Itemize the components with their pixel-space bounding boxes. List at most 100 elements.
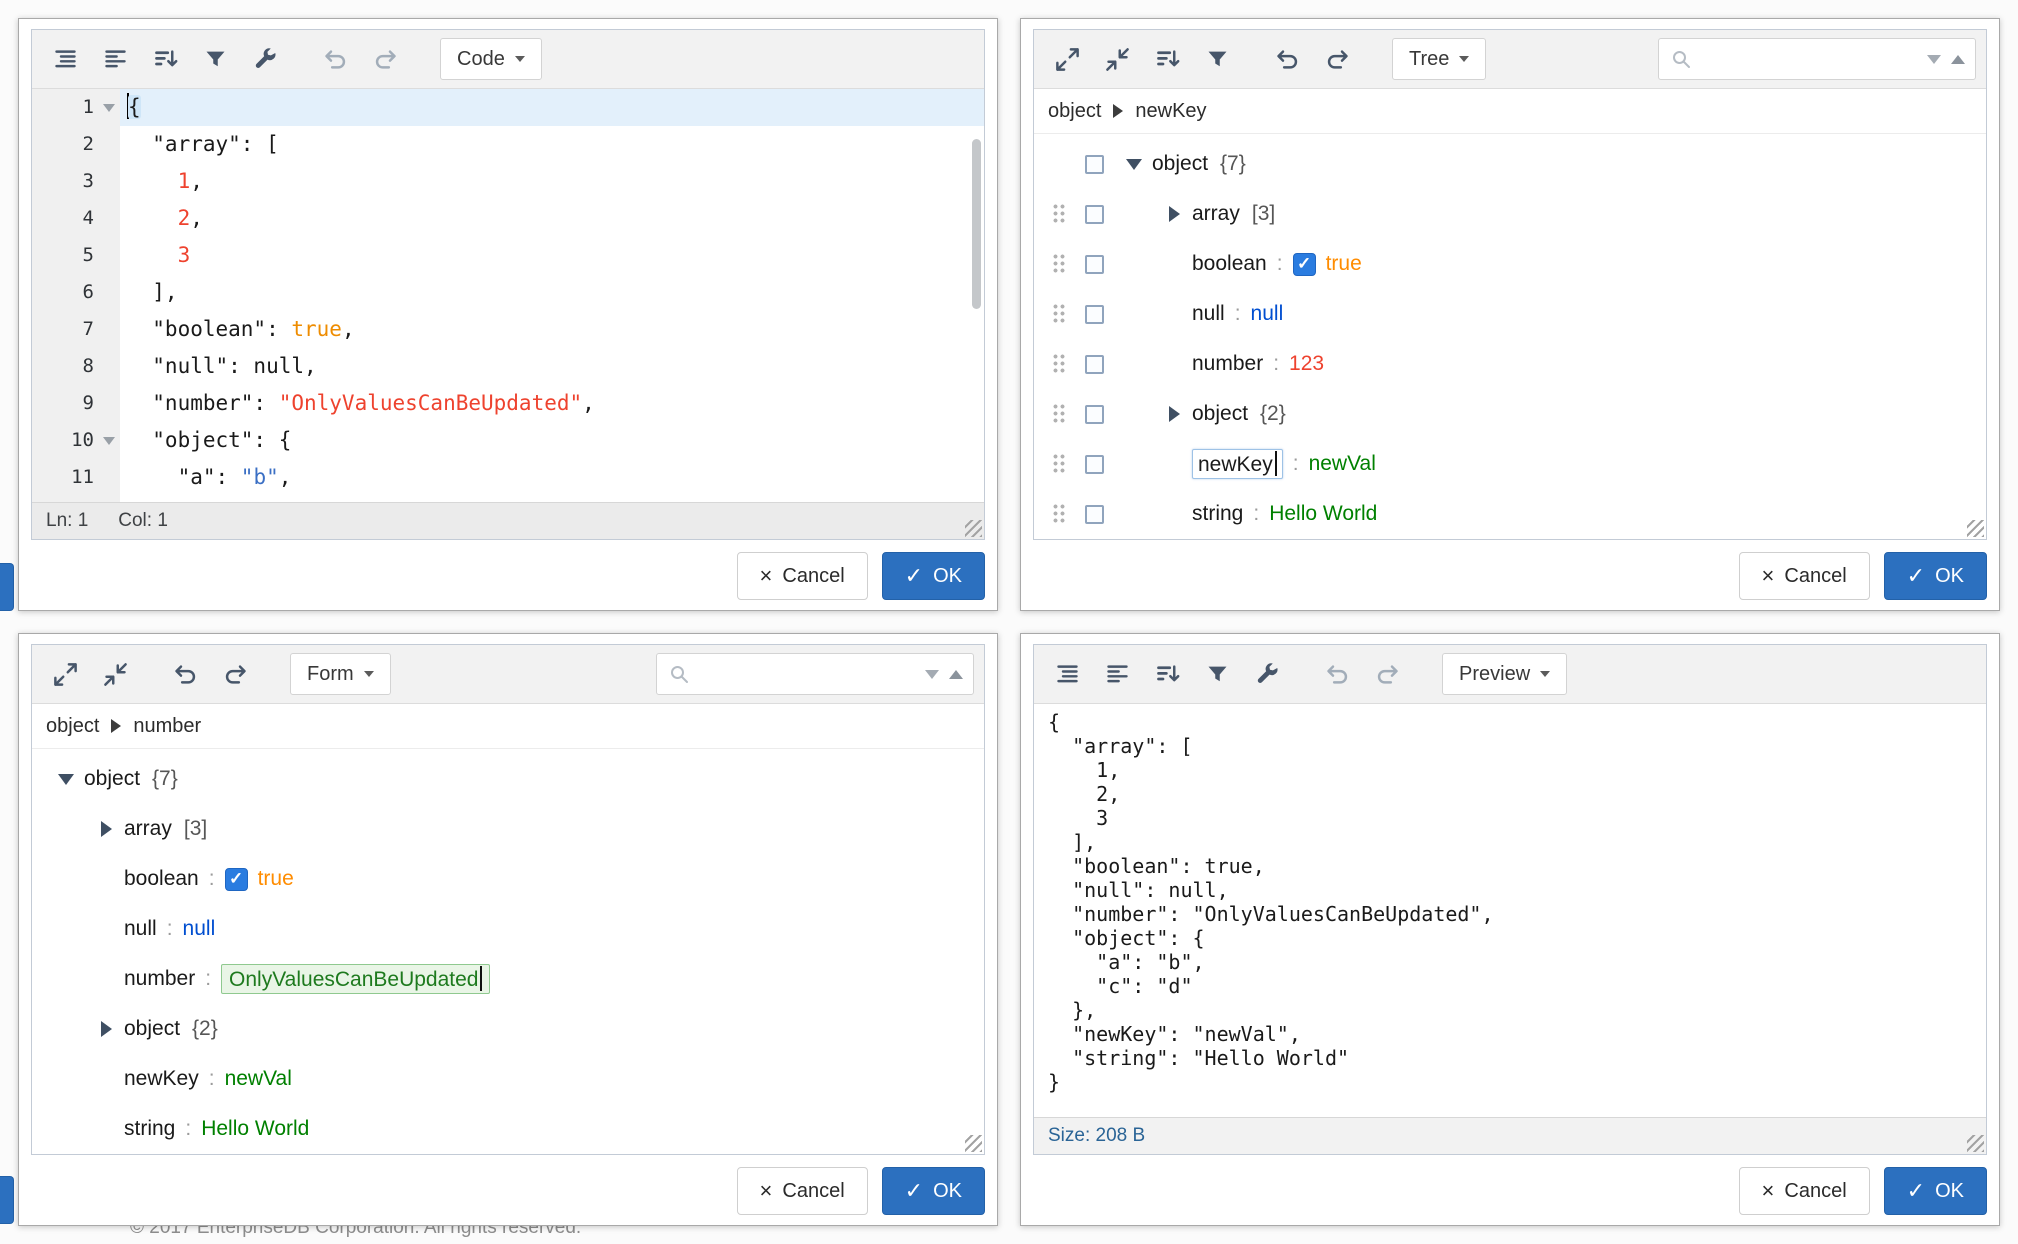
- redo-button[interactable]: [212, 651, 258, 697]
- tree-row[interactable]: null:null: [48, 904, 984, 954]
- tree-row[interactable]: boolean:✓true: [1044, 239, 1986, 289]
- cancel-button[interactable]: ×Cancel: [737, 552, 868, 600]
- expand-all-button[interactable]: [1044, 36, 1090, 82]
- ok-button[interactable]: ✓OK: [882, 1167, 985, 1215]
- search-input[interactable]: [1701, 48, 1919, 71]
- repair-button[interactable]: [1244, 651, 1290, 697]
- collapse-node-button[interactable]: [1116, 159, 1152, 170]
- node-value[interactable]: OnlyValuesCanBeUpdated: [221, 964, 490, 994]
- tree-row[interactable]: object{2}: [48, 1004, 984, 1054]
- drag-handle[interactable]: [1044, 403, 1072, 425]
- tree-row[interactable]: boolean:✓true: [48, 854, 984, 904]
- search-previous-icon[interactable]: [949, 670, 963, 679]
- expand-node-button[interactable]: [88, 1021, 124, 1037]
- drag-handle[interactable]: [1044, 203, 1072, 225]
- code-line[interactable]: 6 ],: [32, 274, 984, 311]
- boolean-checkbox[interactable]: ✓: [1293, 253, 1316, 276]
- drag-handle[interactable]: [1044, 503, 1072, 525]
- tree-row[interactable]: string:Hello World: [1044, 489, 1986, 539]
- transform-filter-button[interactable]: [192, 36, 238, 82]
- node-key[interactable]: newKey: [1192, 449, 1283, 479]
- tree-row[interactable]: object{7}: [1044, 139, 1986, 189]
- repair-button[interactable]: [242, 36, 288, 82]
- search-next-icon[interactable]: [925, 670, 939, 679]
- code-line[interactable]: 1{: [32, 89, 984, 126]
- ok-button[interactable]: ✓OK: [1884, 552, 1987, 600]
- boolean-checkbox[interactable]: ✓: [225, 868, 248, 891]
- undo-button[interactable]: [1264, 36, 1310, 82]
- ok-button[interactable]: ✓OK: [1884, 1167, 1987, 1215]
- node-value[interactable]: null: [1251, 302, 1284, 326]
- undo-button[interactable]: [1314, 651, 1360, 697]
- code-line[interactable]: 10 "object": {: [32, 422, 984, 459]
- resize-handle[interactable]: [1967, 1135, 1984, 1152]
- expand-node-button[interactable]: [88, 821, 124, 837]
- cancel-button[interactable]: ×Cancel: [1739, 552, 1870, 600]
- node-value[interactable]: null: [183, 917, 216, 941]
- node-key[interactable]: number: [124, 967, 195, 991]
- node-key[interactable]: string: [1192, 502, 1243, 526]
- node-key[interactable]: object: [1192, 402, 1248, 426]
- breadcrumb-item[interactable]: object: [46, 715, 99, 738]
- node-value[interactable]: Hello World: [201, 1117, 309, 1141]
- format-button[interactable]: [1044, 651, 1090, 697]
- node-value[interactable]: true: [258, 867, 294, 891]
- node-key[interactable]: null: [124, 917, 157, 941]
- drag-handle[interactable]: [1044, 453, 1072, 475]
- sort-button[interactable]: [1144, 651, 1190, 697]
- mode-select-button[interactable]: Preview: [1442, 653, 1567, 695]
- compact-button[interactable]: [1094, 651, 1140, 697]
- breadcrumb-item[interactable]: number: [133, 715, 201, 738]
- code-line[interactable]: 3 1,: [32, 163, 984, 200]
- context-menu-button[interactable]: [1072, 455, 1116, 474]
- resize-handle[interactable]: [965, 1135, 982, 1152]
- sort-button[interactable]: [1144, 36, 1190, 82]
- node-key[interactable]: array: [124, 817, 172, 841]
- drag-handle[interactable]: [1044, 303, 1072, 325]
- code-line[interactable]: 5 3: [32, 237, 984, 274]
- node-value[interactable]: Hello World: [1269, 502, 1377, 526]
- code-line[interactable]: 8 "null": null,: [32, 348, 984, 385]
- tree-row[interactable]: newKey:newVal: [1044, 439, 1986, 489]
- code-line[interactable]: 11 "a": "b",: [32, 459, 984, 496]
- search-next-icon[interactable]: [1927, 55, 1941, 64]
- node-value[interactable]: newVal: [1309, 452, 1376, 476]
- drag-handle[interactable]: [1044, 253, 1072, 275]
- node-value[interactable]: true: [1326, 252, 1362, 276]
- context-menu-button[interactable]: [1072, 305, 1116, 324]
- code-textarea[interactable]: 1{2 "array": [3 1,4 2,5 36 ],7 "boolean"…: [32, 89, 984, 502]
- tree-row[interactable]: newKey:newVal: [48, 1054, 984, 1104]
- node-value[interactable]: 123: [1289, 352, 1324, 376]
- format-button[interactable]: [42, 36, 88, 82]
- expand-node-button[interactable]: [1156, 406, 1192, 422]
- scrollbar-thumb[interactable]: [972, 139, 981, 309]
- mode-select-button[interactable]: Tree: [1392, 38, 1486, 80]
- tree-row[interactable]: object{7}: [48, 754, 984, 804]
- node-key[interactable]: boolean: [124, 867, 199, 891]
- tree-row[interactable]: number:OnlyValuesCanBeUpdated: [48, 954, 984, 1004]
- collapse-all-button[interactable]: [92, 651, 138, 697]
- node-key[interactable]: null: [1192, 302, 1225, 326]
- node-key[interactable]: string: [124, 1117, 175, 1141]
- context-menu-button[interactable]: [1072, 405, 1116, 424]
- search-input[interactable]: [699, 663, 917, 686]
- node-key[interactable]: object: [84, 767, 140, 791]
- redo-button[interactable]: [362, 36, 408, 82]
- resize-handle[interactable]: [965, 520, 982, 537]
- tree-row[interactable]: null:null: [1044, 289, 1986, 339]
- context-menu-button[interactable]: [1072, 505, 1116, 524]
- resize-handle[interactable]: [1967, 520, 1984, 537]
- expand-node-button[interactable]: [1156, 206, 1192, 222]
- redo-button[interactable]: [1364, 651, 1410, 697]
- fold-toggle-icon[interactable]: [103, 437, 115, 445]
- node-key[interactable]: object: [1152, 152, 1208, 176]
- tree-row[interactable]: array[3]: [48, 804, 984, 854]
- mode-select-button[interactable]: Code: [440, 38, 542, 80]
- ok-button[interactable]: ✓OK: [882, 552, 985, 600]
- node-key[interactable]: boolean: [1192, 252, 1267, 276]
- node-key[interactable]: number: [1192, 352, 1263, 376]
- context-menu-button[interactable]: [1072, 155, 1116, 174]
- fold-toggle-icon[interactable]: [103, 104, 115, 112]
- context-menu-button[interactable]: [1072, 205, 1116, 224]
- node-value[interactable]: newVal: [225, 1067, 292, 1091]
